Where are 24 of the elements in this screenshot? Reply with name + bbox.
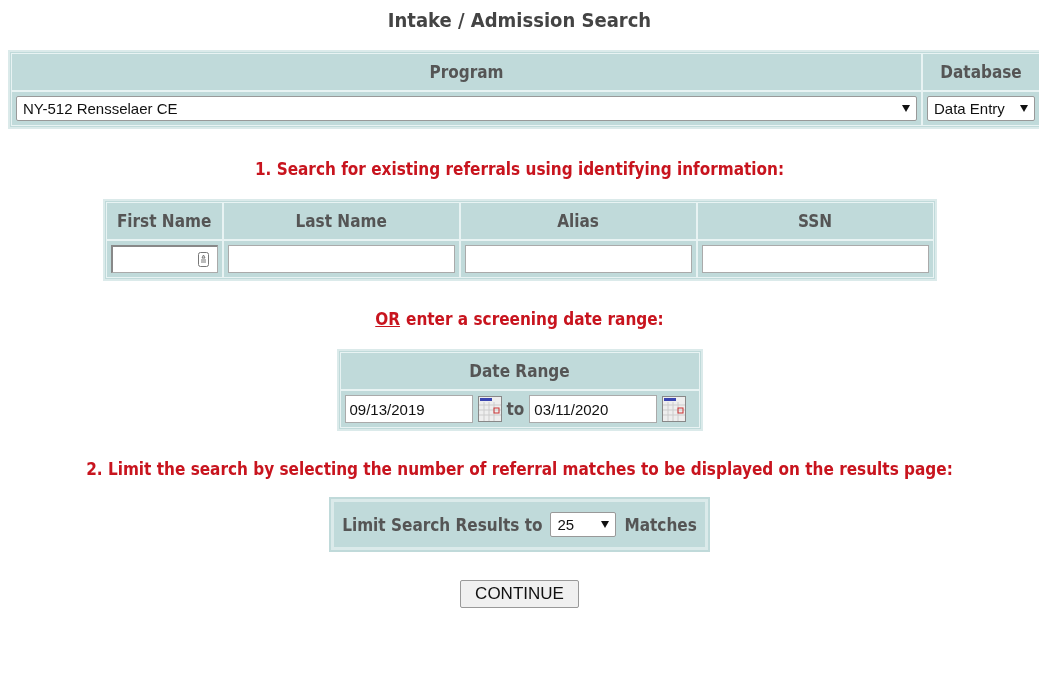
limit-dropdown[interactable]: 25 [550, 512, 617, 537]
limit-label: Limit Search Results to [342, 514, 543, 535]
page-title: Intake / Admission Search [387, 8, 652, 32]
or-link[interactable]: OR [375, 309, 401, 329]
instruction-text: 2. Limit the search by selecting the number of referral matches to be displayed on the results page: [86, 459, 953, 479]
dropdown-arrow-icon [1020, 105, 1028, 112]
date-field[interactable]: 09/13/2019 [344, 395, 473, 423]
range-separator: to [506, 399, 525, 419]
input-field[interactable] [701, 245, 929, 273]
calendar-icon[interactable] [662, 396, 687, 422]
autofill-key-icon [197, 252, 209, 267]
date-field[interactable]: 03/11/2020 [529, 395, 658, 423]
dropdown-arrow-icon [601, 521, 610, 528]
instruction-text: 1. Search for existing referrals using identifying information: [254, 159, 785, 179]
input-field[interactable] [227, 245, 455, 273]
input-field[interactable] [464, 245, 692, 273]
database-dropdown[interactable]: Data Entry [927, 96, 1035, 121]
calendar-icon[interactable] [477, 396, 502, 422]
input-field[interactable] [110, 245, 218, 273]
continue-button[interactable]: CONTINUE [460, 580, 579, 608]
instruction-text: enter a screening date range: [406, 309, 664, 329]
limit-label: Matches [624, 514, 697, 535]
program-dropdown[interactable]: NY-512 Rensselaer CE [16, 96, 917, 121]
dropdown-arrow-icon [902, 105, 910, 112]
